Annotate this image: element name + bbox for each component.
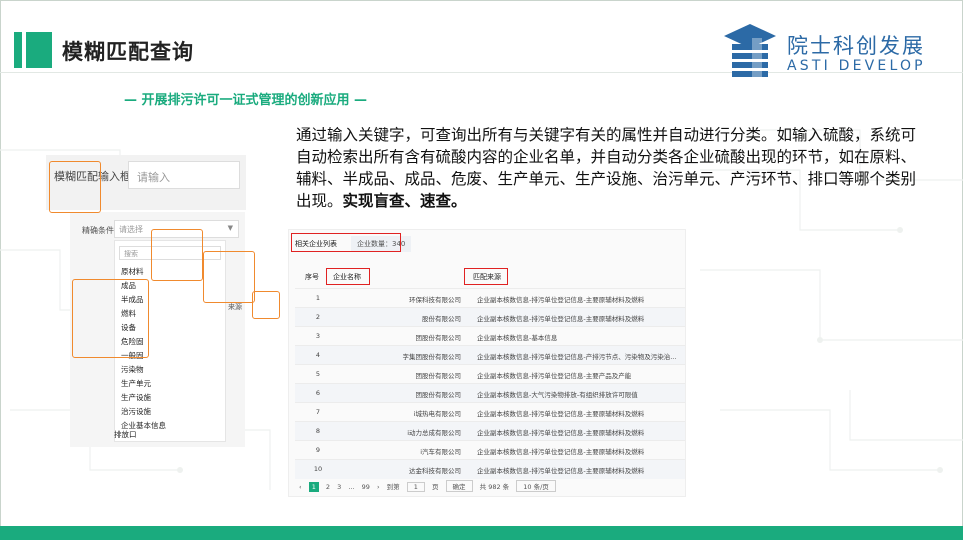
highlight-box — [49, 161, 101, 213]
pager-page-unit: 页 — [431, 483, 439, 491]
footer-accent-bar — [0, 526, 963, 540]
table-row[interactable]: 10 达金科技有限公司 企业副本核数信息-排污单位登记信息-主要原辅材料及燃料 — [295, 459, 685, 479]
cell-name: 股份有限公司 — [422, 315, 461, 323]
cell-no: 1 — [315, 294, 321, 302]
column-header-no: 序号 — [305, 273, 319, 281]
logo-text-cn: 院士科创发展 — [787, 34, 925, 58]
table-row[interactable]: 3 团股份有限公司 企业副本核数信息-基本信息 — [295, 326, 685, 346]
cell-name: i城热电有限公司 — [413, 410, 461, 418]
pager-page-current[interactable]: 1 — [308, 482, 319, 492]
highlight-box — [252, 291, 280, 319]
highlight-box-red — [326, 268, 370, 285]
cell-name: 环保科技有限公司 — [409, 296, 461, 304]
cell-name: i汽车有限公司 — [420, 448, 461, 456]
cell-source: 企业副本核数信息-排污单位登记信息-主要原辅材料及燃料 — [477, 429, 645, 437]
exact-condition-label: 精确条件 — [82, 226, 114, 235]
highlight-box-red — [291, 233, 401, 252]
pagination: ‹ 1 2 3 ... 99 › 到第 1 页 确定 共 982 条 10 条/… — [299, 480, 561, 492]
cell-no: 5 — [315, 370, 321, 378]
dropdown-option[interactable]: 生产单元 — [121, 378, 151, 389]
pager-goto-label: 到第 — [386, 483, 400, 491]
cell-source: 企业副本核数信息-排污单位登记信息-产排污节点、污染物及污染治... — [477, 353, 677, 361]
dropdown-option[interactable]: 污染物 — [121, 364, 144, 375]
cell-source: 企业副本核数信息-排污单位登记信息-主要原辅材料及燃料 — [477, 296, 645, 304]
section-subtitle: — 开展排污许可一证式管理的创新应用 — — [124, 93, 368, 108]
cell-no: 3 — [315, 332, 321, 340]
pager-goto-input[interactable]: 1 — [406, 482, 425, 492]
cell-name: 字集团股份有限公司 — [402, 353, 462, 361]
cell-name: i动力总成有限公司 — [407, 429, 461, 437]
cell-source: 企业副本核数信息-大气污染物排放-有组织排放许可限值 — [477, 391, 638, 399]
cell-source: 企业副本核数信息-排污单位登记信息-主要原辅材料及燃料 — [477, 467, 645, 475]
cell-no: 7 — [315, 408, 321, 416]
table-row[interactable]: 5 团股份有限公司 企业副本核数信息-排污单位登记信息-主要产品及产能 — [295, 364, 685, 384]
cell-source: 企业副本核数信息-排污单位登记信息-主要原辅材料及燃料 — [477, 315, 645, 323]
dropdown-option[interactable]: 治污设施 — [121, 406, 151, 417]
cell-source: 企业副本核数信息-排污单位登记信息-主要原辅材料及燃料 — [477, 410, 645, 418]
cell-no: 4 — [315, 351, 321, 359]
table-row[interactable]: 9 i汽车有限公司 企业副本核数信息-排污单位登记信息-主要原辅材料及燃料 — [295, 440, 685, 460]
cell-no: 6 — [315, 389, 321, 397]
cell-source: 企业副本核数信息-排污单位登记信息-主要原辅材料及燃料 — [477, 448, 645, 456]
cell-source: 企业副本核数信息-基本信息 — [477, 334, 558, 342]
pager-ellipsis: ... — [348, 483, 355, 491]
logo-icon — [724, 24, 776, 78]
table-row[interactable]: 7 i城热电有限公司 企业副本核数信息-排污单位登记信息-主要原辅材料及燃料 — [295, 402, 685, 422]
pager-page[interactable]: 2 — [326, 483, 330, 491]
highlight-box-red — [464, 268, 508, 285]
pager-page-size-select[interactable]: 10 条/页 — [516, 480, 556, 492]
table-row[interactable]: 4 字集团股份有限公司 企业副本核数信息-排污单位登记信息-产排污节点、污染物及污染… — [295, 345, 685, 365]
highlight-box — [203, 251, 255, 303]
cell-no: 10 — [313, 465, 323, 473]
header-accent-block — [26, 32, 52, 68]
cell-source: 企业副本核数信息-排污单位登记信息-主要产品及产能 — [477, 372, 632, 380]
cell-name: 团股份有限公司 — [415, 391, 462, 399]
dropdown-option[interactable]: 生产设施 — [121, 392, 151, 403]
fuzzy-search-input[interactable]: 请输入 — [128, 161, 240, 189]
cell-no: 8 — [315, 427, 321, 435]
highlight-box — [72, 279, 149, 358]
chevron-down-icon: ▼ — [227, 224, 233, 232]
highlight-box — [151, 229, 203, 281]
cell-name: 达金科技有限公司 — [409, 467, 461, 475]
cell-name: 团股份有限公司 — [415, 372, 462, 380]
dropdown-option-last[interactable]: 排放口 — [114, 429, 137, 440]
pager-page[interactable]: 99 — [362, 483, 370, 491]
pager-next-button[interactable]: › — [377, 483, 380, 491]
table-row[interactable]: 2 股份有限公司 企业副本核数信息-排污单位登记信息-主要原辅材料及燃料 — [295, 307, 685, 327]
select-placeholder: 请选择 — [119, 225, 143, 234]
pager-page[interactable]: 3 — [337, 483, 341, 491]
header-accent-bar — [14, 32, 22, 68]
table-row[interactable]: 8 i动力总成有限公司 企业副本核数信息-排污单位登记信息-主要原辅材料及燃料 — [295, 421, 685, 441]
source-side-label: 来源 — [228, 303, 242, 311]
page-title: 模糊匹配查询 — [62, 40, 194, 64]
table-row[interactable]: 1 环保科技有限公司 企业副本核数信息-排污单位登记信息-主要原辅材料及燃料 — [295, 288, 685, 308]
pager-total: 共 982 条 — [479, 483, 510, 491]
logo-text-en: ASTI DEVELOP — [787, 58, 926, 74]
pager-prev-button[interactable]: ‹ — [299, 483, 302, 491]
table-row[interactable]: 6 团股份有限公司 企业副本核数信息-大气污染物排放-有组织排放许可限值 — [295, 383, 685, 403]
description-text: 通过输入关键字，可查询出所有与关键字有关的属性并自动进行分类。如输入硫酸，系统可… — [296, 124, 918, 212]
cell-name: 团股份有限公司 — [415, 334, 462, 342]
cell-no: 2 — [315, 313, 321, 321]
pager-confirm-button[interactable]: 确定 — [445, 480, 473, 492]
dropdown-option[interactable]: 原材料 — [121, 266, 144, 277]
description-emphasis: 实现盲查、速查。 — [342, 192, 467, 210]
cell-no: 9 — [315, 446, 321, 454]
